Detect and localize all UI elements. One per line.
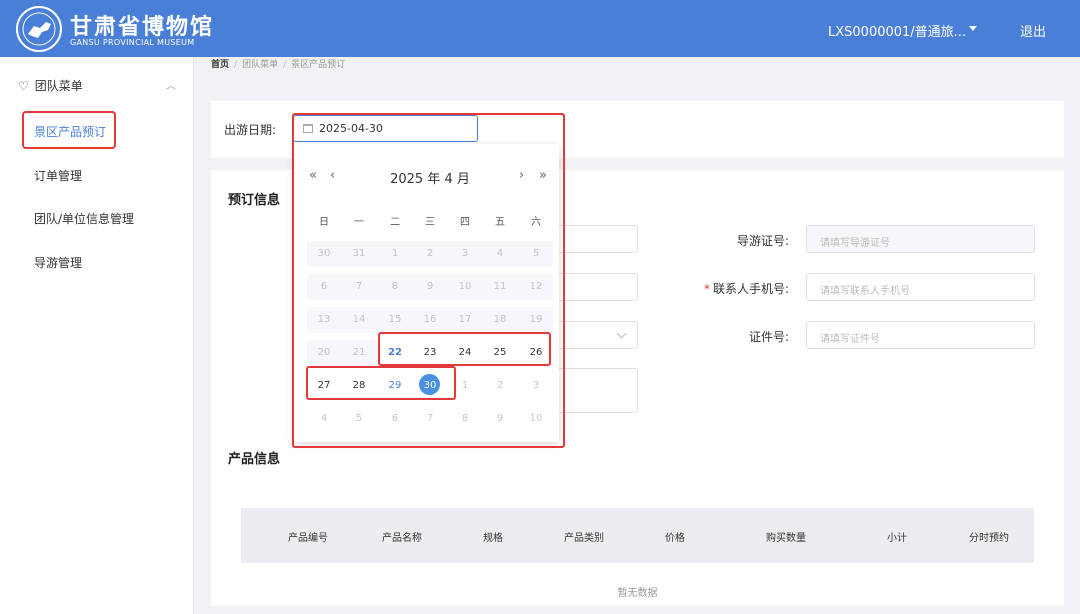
caret-down-icon[interactable]: [969, 26, 977, 31]
column-header: 产品编号: [288, 533, 328, 544]
breadcrumb-home[interactable]: 首页: [211, 60, 229, 70]
user-menu[interactable]: LXS0000001/普通旅...: [828, 21, 966, 40]
logo-title: 甘肃省博物馆: [70, 14, 215, 40]
empty-state: 暂无数据: [617, 588, 658, 599]
sidebar-item-product-booking[interactable]: 景区产品预订: [34, 123, 106, 140]
logo-subtitle: GANSU PROVINCIAL MUSEUM: [70, 38, 195, 47]
guide-license-input[interactable]: 请填写导游证号: [806, 225, 1035, 253]
column-header: 产品类别: [564, 533, 604, 544]
contact-phone-label: * 联系人手机号:: [703, 282, 789, 296]
sidebar-item-team-info[interactable]: 团队/单位信息管理: [34, 210, 134, 227]
column-header: 价格: [665, 533, 685, 544]
date-label: 出游日期:: [224, 123, 277, 137]
logout-link[interactable]: 退出: [1020, 21, 1046, 40]
top-bar: 甘肃省博物馆 GANSU PROVINCIAL MUSEUM LXS000000…: [0, 0, 1080, 57]
column-header: 小计: [887, 533, 907, 544]
menu-group-label: 团队菜单: [34, 79, 83, 93]
heart-icon: ♡: [18, 79, 29, 93]
column-header: 产品名称: [382, 533, 422, 544]
column-header: 分时预约: [969, 533, 1009, 544]
museum-logo-icon: [16, 6, 62, 52]
menu-group-header[interactable]: ♡ 团队菜单: [18, 77, 83, 94]
breadcrumb-current: 景区产品预订: [291, 60, 346, 70]
breadcrumb-item[interactable]: 团队菜单: [242, 60, 278, 70]
required-mark: *: [703, 282, 710, 296]
column-header: 规格: [483, 533, 503, 544]
contact-phone-input[interactable]: 请填写联系人手机号: [806, 273, 1035, 301]
id-number-label: 证件号:: [748, 330, 789, 344]
sidebar-item-guides[interactable]: 导游管理: [34, 254, 82, 271]
products-section-title: 产品信息: [228, 452, 281, 467]
highlight-box: [306, 366, 456, 400]
chevron-up-icon[interactable]: ︿: [166, 77, 176, 92]
id-number-input[interactable]: 请填写证件号: [806, 321, 1035, 349]
column-header: 购买数量: [766, 533, 806, 544]
highlight-box: [378, 332, 551, 366]
booking-section-title: 预订信息: [228, 193, 281, 208]
guide-license-label: 导游证号:: [736, 234, 789, 248]
sidebar-item-orders[interactable]: 订单管理: [34, 167, 82, 184]
breadcrumb: 首页 / 团队菜单 / 景区产品预订: [211, 60, 346, 70]
